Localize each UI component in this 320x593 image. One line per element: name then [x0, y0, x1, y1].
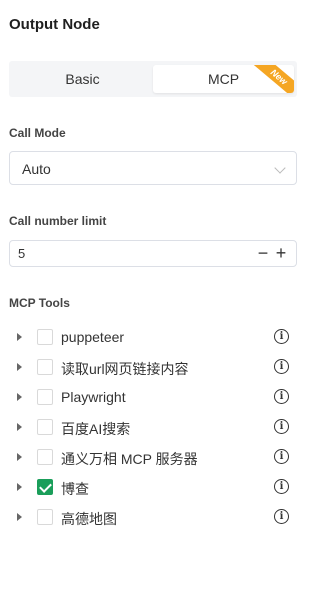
- info-icon[interactable]: i: [274, 329, 289, 344]
- tool-checkbox[interactable]: [37, 419, 53, 435]
- tool-checkbox[interactable]: [37, 449, 53, 465]
- info-icon[interactable]: i: [274, 509, 289, 524]
- expand-caret-icon[interactable]: [17, 363, 22, 371]
- info-icon[interactable]: i: [274, 389, 289, 404]
- tool-row: 通义万相 MCP 服务器 i: [0, 442, 310, 472]
- call-mode-select[interactable]: Auto: [9, 151, 297, 185]
- info-icon[interactable]: i: [274, 479, 289, 494]
- increment-button[interactable]: +: [272, 243, 290, 264]
- tool-row: puppeteer i: [0, 322, 310, 352]
- mcp-tools-label: MCP Tools: [9, 296, 70, 310]
- tool-checkbox[interactable]: [37, 479, 53, 495]
- tab-mcp-label: MCP: [207, 71, 240, 87]
- new-badge: New: [252, 65, 294, 93]
- tool-name: 百度AI搜索: [61, 421, 131, 437]
- expand-caret-icon[interactable]: [17, 453, 22, 461]
- tool-checkbox[interactable]: [37, 329, 53, 345]
- tool-checkbox[interactable]: [37, 389, 53, 405]
- tool-name: 博查: [61, 481, 89, 497]
- call-mode-value: Auto: [22, 161, 51, 177]
- expand-caret-icon[interactable]: [17, 483, 22, 491]
- tool-row: 博查 i: [0, 472, 310, 502]
- expand-caret-icon[interactable]: [17, 423, 22, 431]
- tool-checkbox[interactable]: [37, 509, 53, 525]
- decrement-button[interactable]: −: [254, 243, 272, 264]
- tool-row: 高德地图 i: [0, 502, 310, 532]
- call-mode-label: Call Mode: [9, 126, 66, 140]
- call-limit-input[interactable]: [18, 246, 218, 261]
- expand-caret-icon[interactable]: [17, 513, 22, 521]
- panel-title: Output Node: [9, 16, 100, 33]
- tab-mcp[interactable]: MCP New: [153, 65, 294, 93]
- tool-checkbox[interactable]: [37, 359, 53, 375]
- chevron-down-icon: [274, 162, 286, 174]
- info-icon[interactable]: i: [274, 419, 289, 434]
- tool-row: 百度AI搜索 i: [0, 412, 310, 442]
- call-limit-label: Call number limit: [9, 214, 107, 228]
- tool-row: 读取url网页链接内容 i: [0, 352, 310, 382]
- tool-name: 读取url网页链接内容: [61, 361, 189, 377]
- info-icon[interactable]: i: [274, 359, 289, 374]
- tab-basic[interactable]: Basic: [12, 65, 153, 93]
- info-icon[interactable]: i: [274, 449, 289, 464]
- tab-switcher: Basic MCP New: [9, 61, 297, 97]
- expand-caret-icon[interactable]: [17, 333, 22, 341]
- expand-caret-icon[interactable]: [17, 393, 22, 401]
- tool-name: puppeteer: [61, 329, 125, 345]
- tool-name: 通义万相 MCP 服务器: [61, 451, 198, 467]
- tool-name: Playwright: [61, 389, 126, 405]
- call-limit-stepper: − +: [9, 240, 297, 267]
- tool-row: Playwright i: [0, 382, 310, 412]
- tool-name: 高德地图: [61, 511, 117, 527]
